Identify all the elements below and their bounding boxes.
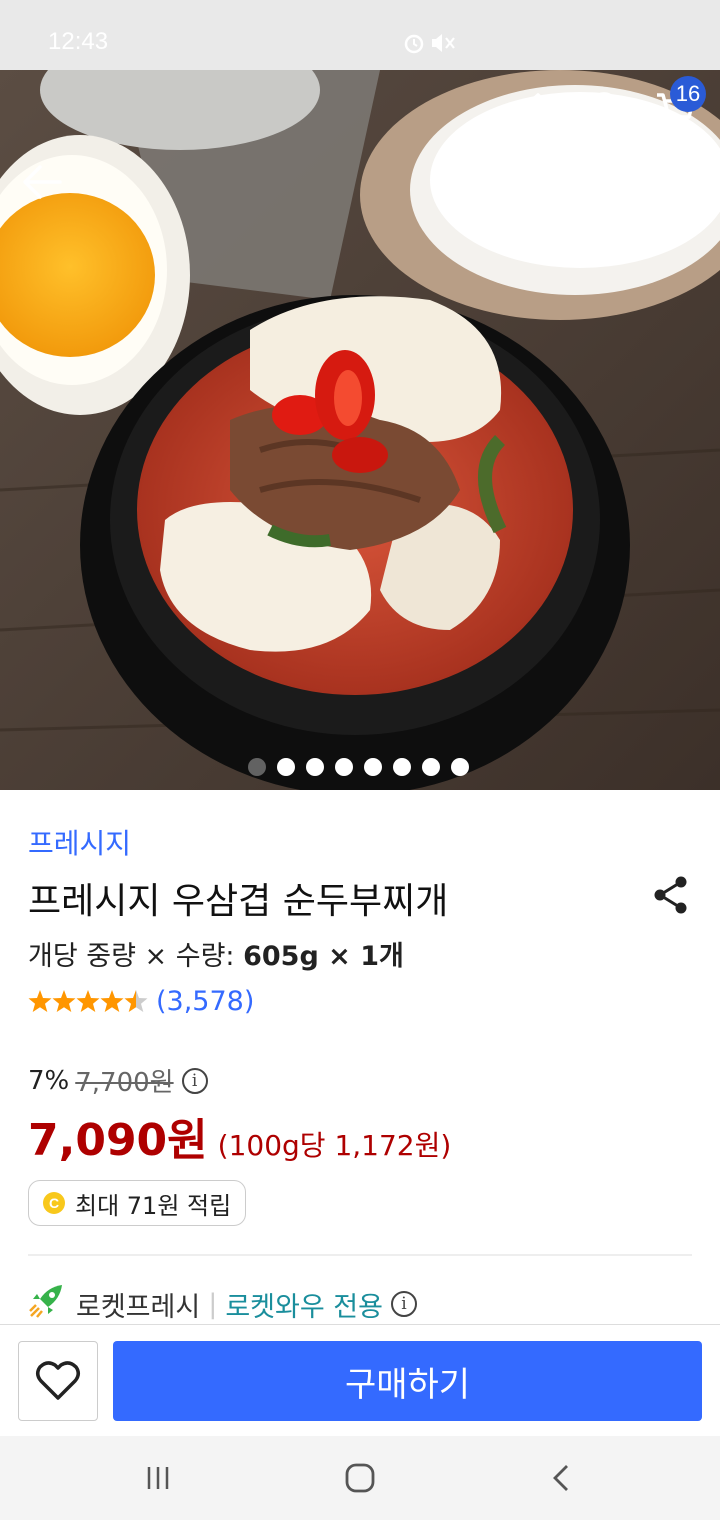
product-title: 프레시지 우삼겹 순두부찌개 — [28, 881, 449, 922]
discount-percent: 7% — [28, 1065, 70, 1096]
discount-row: 7% 7,700원 i — [28, 1062, 208, 1099]
buy-button[interactable]: 구매하기 — [113, 1341, 702, 1421]
cart-count-badge: 16 — [670, 76, 706, 112]
review-count[interactable]: (3,578) — [156, 986, 254, 1017]
recent-apps-icon[interactable] — [138, 1458, 178, 1498]
delivery-row: 로켓프레시 | 로켓와우 전용 i — [28, 1284, 417, 1324]
weight-quantity: 개당 중량 × 수량: 605g × 1개 — [28, 934, 404, 973]
bottom-action-bar: 구매하기 — [0, 1324, 720, 1436]
rating-row[interactable]: (3,578) — [28, 986, 254, 1017]
info-icon[interactable]: i — [181, 1067, 208, 1094]
divider — [28, 1254, 692, 1256]
separator: | — [208, 1288, 218, 1320]
cashback-badge[interactable]: C 최대 71원 적립 — [28, 1180, 247, 1226]
carousel-dot[interactable] — [451, 758, 469, 776]
wishlist-button[interactable] — [18, 1341, 98, 1421]
home-button-icon[interactable] — [340, 1458, 380, 1498]
search-icon[interactable] — [584, 86, 632, 134]
star-rating — [28, 988, 148, 1014]
product-image-carousel[interactable] — [0, 70, 720, 790]
carousel-dot[interactable] — [248, 758, 266, 776]
heart-icon — [36, 1361, 80, 1400]
status-time: 12:43 — [48, 28, 109, 55]
rocket-icon — [28, 1283, 64, 1326]
weight-value: 605g × 1개 — [243, 941, 404, 972]
sale-price: 7,090원 — [28, 1115, 208, 1166]
alarm-mute-icon — [402, 30, 458, 56]
carousel-dot[interactable] — [422, 758, 440, 776]
carousel-dot[interactable] — [306, 758, 324, 776]
membership-label: 로켓와우 전용 — [225, 1291, 383, 1323]
back-arrow-icon[interactable] — [18, 158, 66, 206]
back-nav-icon[interactable] — [542, 1458, 582, 1498]
home-icon[interactable] — [514, 86, 562, 134]
carousel-dot[interactable] — [393, 758, 411, 776]
product-photo — [0, 70, 720, 790]
system-nav-bar — [0, 1436, 720, 1520]
carousel-dot[interactable] — [335, 758, 353, 776]
original-price: 7,700원 — [75, 1068, 174, 1098]
weight-label: 개당 중량 × 수량: — [28, 941, 244, 972]
share-icon[interactable] — [650, 874, 692, 916]
unit-price: (100g당 1,172원) — [217, 1129, 452, 1162]
cashback-text: 최대 71원 적립 — [75, 1191, 232, 1220]
brand-link[interactable]: 프레시지 — [28, 822, 131, 862]
price-row: 7,090원 (100g당 1,172원) — [28, 1104, 451, 1168]
carousel-dot[interactable] — [364, 758, 382, 776]
delivery-type: 로켓프레시 — [76, 1291, 201, 1323]
coin-icon: C — [43, 1192, 65, 1214]
carousel-dot[interactable] — [277, 758, 295, 776]
status-bar: 12:43 — [0, 0, 720, 70]
carousel-indicator — [248, 758, 469, 776]
info-icon[interactable]: i — [390, 1291, 417, 1317]
